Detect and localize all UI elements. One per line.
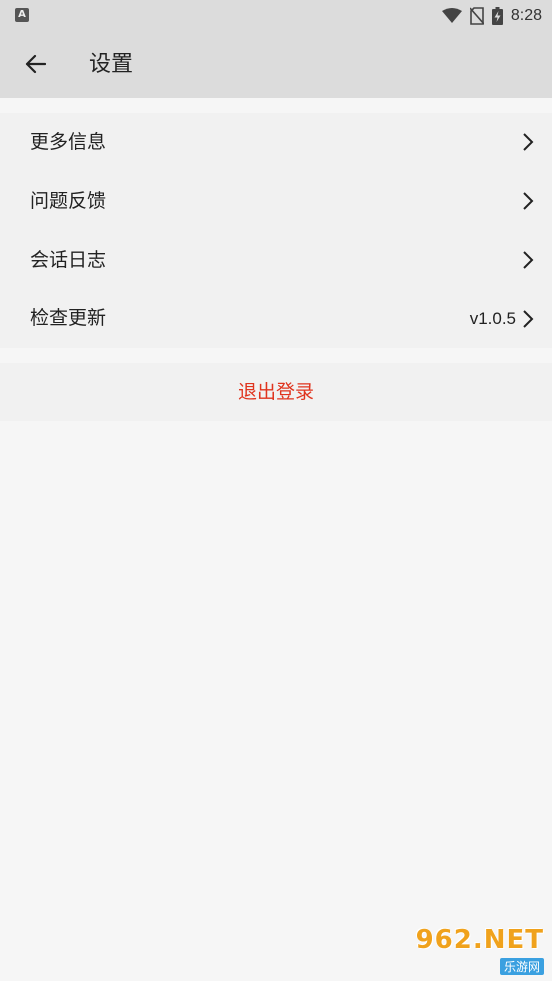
menu-item-session-log[interactable]: 会话日志	[0, 231, 552, 290]
chevron-right-icon	[523, 192, 534, 210]
menu-item-check-update[interactable]: 检查更新 v1.0.5	[0, 289, 552, 348]
arrow-left-icon	[25, 54, 46, 74]
watermark-sub: 乐游网	[499, 958, 544, 975]
menu-item-more-info[interactable]: 更多信息	[0, 113, 552, 172]
logout-group: 退出登录	[0, 363, 552, 421]
status-time: 8:28	[510, 6, 542, 24]
watermark-brand: 962.NET	[415, 925, 544, 955]
menu-item-label: 会话日志	[30, 248, 107, 271]
chevron-right-icon	[523, 133, 534, 152]
settings-menu: 更多信息 问题反馈 会话日志 检查更新 v1.0.5	[0, 113, 552, 348]
app-bar: 设置	[0, 31, 552, 98]
back-button[interactable]	[14, 43, 56, 85]
menu-item-feedback[interactable]: 问题反馈	[0, 172, 552, 231]
logout-button[interactable]: 退出登录	[0, 363, 552, 421]
no-sim-icon	[469, 6, 484, 25]
empty-content-area	[0, 436, 552, 981]
status-icons: 8:28	[434, 0, 542, 31]
watermark-logo: 962.NET 乐游网	[412, 925, 544, 975]
menu-item-label: 更多信息	[30, 131, 107, 153]
chevron-right-icon	[523, 251, 534, 269]
chevron-right-icon	[523, 309, 534, 328]
menu-item-label: 问题反馈	[30, 189, 107, 212]
notification-a-icon: A	[15, 8, 29, 22]
version-label: v1.0.5	[469, 308, 516, 328]
status-bar: A 8:28	[0, 0, 552, 31]
page-title: 设置	[89, 52, 134, 77]
battery-charging-icon	[491, 6, 503, 25]
wifi-icon	[441, 7, 462, 24]
menu-item-label: 检查更新	[30, 307, 107, 330]
